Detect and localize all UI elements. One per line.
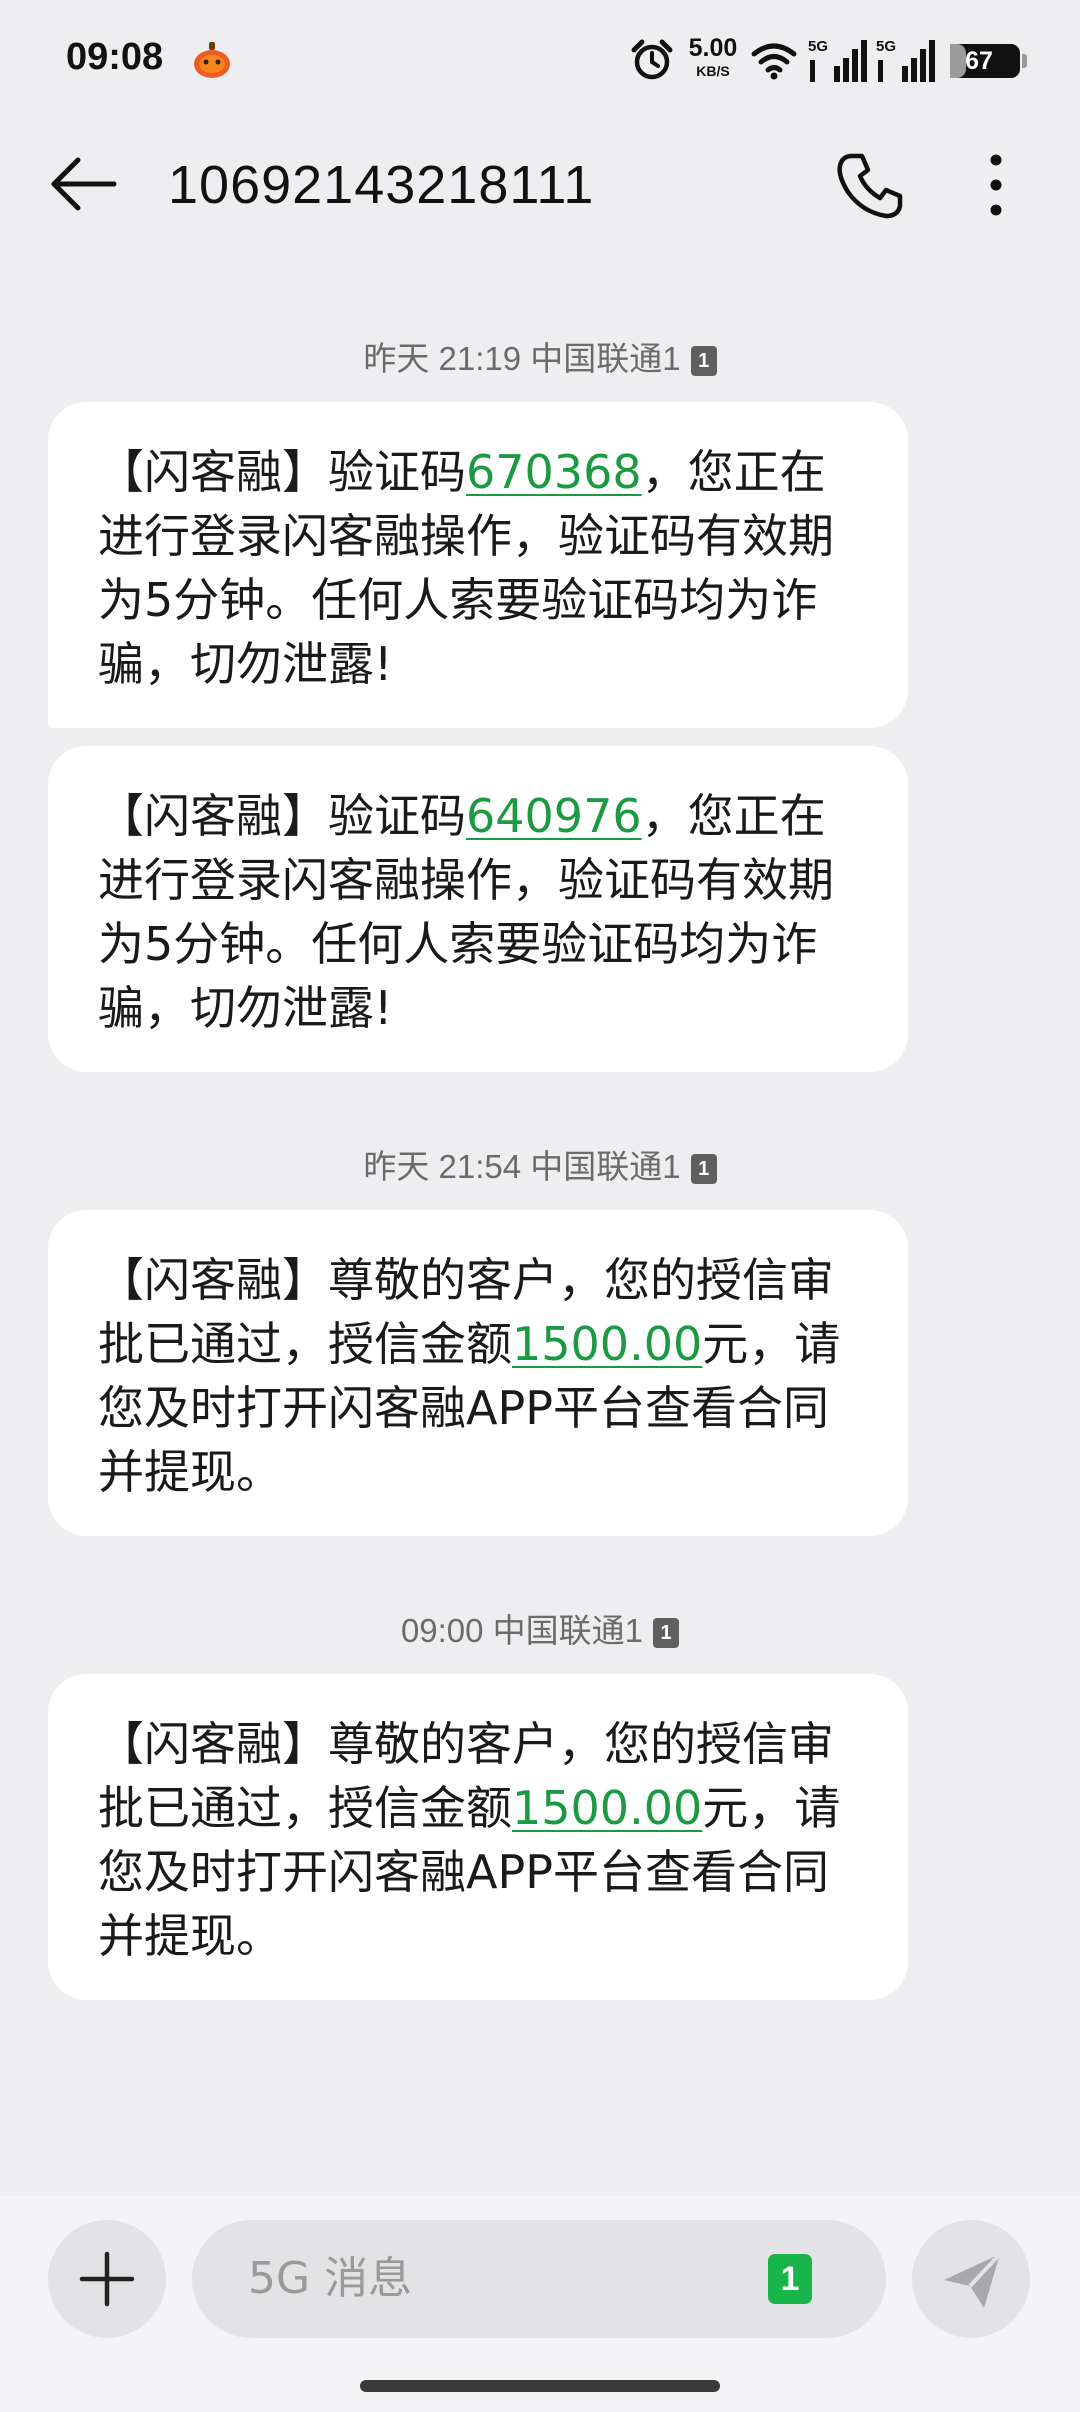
message-bubble[interactable]: 【闪客融】验证码670368，您正在进行登录闪客融操作，验证码有效期为5分钟。任… bbox=[48, 402, 908, 728]
alarm-icon bbox=[630, 38, 674, 82]
page-title: 10692143218111 bbox=[168, 155, 595, 215]
amount-link[interactable]: 1500.00 bbox=[512, 1781, 702, 1835]
verification-code-link[interactable]: 640976 bbox=[466, 789, 642, 843]
sim-selector-badge[interactable]: 1 bbox=[768, 2254, 812, 2304]
message-bubble[interactable]: 【闪客融】尊敬的客户，您的授信审批已通过，授信金额1500.00元，请您及时打开… bbox=[48, 1674, 908, 2000]
more-options-button[interactable] bbox=[968, 148, 1024, 222]
message-timestamp: 昨天 21:54 中国联通1 1 bbox=[0, 1140, 1080, 1188]
wifi-icon bbox=[750, 40, 798, 80]
status-time: 09:08 bbox=[66, 36, 164, 78]
signal1-label: 5G bbox=[808, 38, 828, 55]
send-icon bbox=[944, 2252, 1002, 2308]
more-vertical-icon bbox=[990, 154, 1002, 216]
back-button[interactable] bbox=[44, 148, 124, 220]
sim-icon: 1 bbox=[690, 1154, 717, 1184]
app-notification-icon bbox=[192, 40, 232, 80]
phone-icon bbox=[837, 153, 903, 219]
arrow-left-icon bbox=[51, 157, 117, 211]
amount-link[interactable]: 1500.00 bbox=[512, 1317, 702, 1371]
signal-icon: 5G bbox=[876, 36, 940, 84]
add-attachment-button[interactable] bbox=[48, 2220, 166, 2338]
signal2-label: 5G bbox=[876, 38, 896, 55]
message-timestamp: 09:00 中国联通1 1 bbox=[0, 1604, 1080, 1652]
message-bubble[interactable]: 【闪客融】尊敬的客户，您的授信审批已通过，授信金额1500.00元，请您及时打开… bbox=[48, 1210, 908, 1536]
battery-icon: 67 bbox=[950, 44, 1027, 78]
network-speed: 5.00 KB/S bbox=[688, 34, 738, 79]
verification-code-link[interactable]: 670368 bbox=[466, 445, 642, 499]
sim-icon: 1 bbox=[653, 1618, 680, 1648]
call-button[interactable] bbox=[830, 148, 910, 222]
message-bubble[interactable]: 【闪客融】验证码640976，您正在进行登录闪客融操作，验证码有效期为5分钟。任… bbox=[48, 746, 908, 1072]
home-indicator[interactable] bbox=[360, 2380, 720, 2392]
conversation-header: 10692143218111 bbox=[0, 124, 1080, 244]
message-thread[interactable]: 昨天 21:19 中国联通1 1 【闪客融】验证码670368，您正在进行登录闪客… bbox=[0, 244, 1080, 2194]
status-bar: 09:08 5.00 KB/S 5G 5G 67 bbox=[0, 0, 1080, 124]
signal-icon: 5G bbox=[808, 36, 872, 84]
send-button[interactable] bbox=[912, 2220, 1030, 2338]
battery-level: 67 bbox=[965, 47, 993, 75]
message-timestamp: 昨天 21:19 中国联通1 1 bbox=[0, 332, 1080, 380]
sim-icon: 1 bbox=[690, 346, 717, 376]
plus-icon bbox=[79, 2251, 135, 2307]
